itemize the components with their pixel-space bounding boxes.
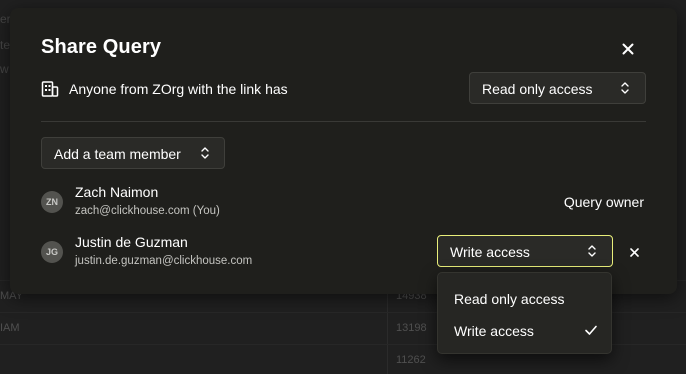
menu-item-write-access[interactable]: Write access <box>438 314 611 346</box>
avatar: ZN <box>41 191 63 213</box>
member-email: justin.de.guzman@clickhouse.com <box>75 255 253 267</box>
member-name: Justin de Guzman <box>75 234 188 250</box>
chevron-up-down-icon <box>201 147 209 159</box>
member-row: JG Justin de Guzman justin.de.guzman@cli… <box>41 234 646 274</box>
add-team-member-label: Add a team member <box>54 146 181 162</box>
screen: er te w MAY 14938 IAM 13198 11262 Share … <box>0 0 686 374</box>
link-access-select-value: Read only access <box>482 81 593 97</box>
member-access-select[interactable]: Write access <box>437 235 613 267</box>
link-access-text: Anyone from ZOrg with the link has <box>69 81 288 97</box>
modal-title: Share Query <box>41 36 162 58</box>
link-access-row: Anyone from ZOrg with the link has Read … <box>41 72 646 106</box>
chevron-up-down-icon <box>621 82 629 94</box>
close-icon <box>622 43 634 55</box>
checkmark-icon <box>585 325 597 335</box>
menu-item-read-only-access[interactable]: Read only access <box>438 282 611 314</box>
menu-item-label: Read only access <box>454 291 565 307</box>
avatar: JG <box>41 241 63 263</box>
access-dropdown-menu: Read only access Write access <box>437 272 612 354</box>
divider <box>41 121 646 122</box>
building-icon <box>41 81 59 97</box>
close-icon <box>629 247 639 257</box>
add-team-member-select[interactable]: Add a team member <box>41 137 225 169</box>
menu-item-label: Write access <box>454 323 534 339</box>
remove-member-button[interactable] <box>626 244 642 260</box>
share-query-modal: Share Query Anyone from ZOrg with the li… <box>10 8 677 294</box>
member-email: zach@clickhouse.com (You) <box>75 205 220 217</box>
close-button[interactable] <box>617 38 639 60</box>
member-row: ZN Zach Naimon zach@clickhouse.com (You)… <box>41 184 646 224</box>
chevron-up-down-icon <box>588 245 596 257</box>
link-access-select[interactable]: Read only access <box>469 72 646 104</box>
member-access-select-value: Write access <box>450 244 530 260</box>
member-name: Zach Naimon <box>75 184 159 200</box>
member-role: Query owner <box>563 194 644 210</box>
